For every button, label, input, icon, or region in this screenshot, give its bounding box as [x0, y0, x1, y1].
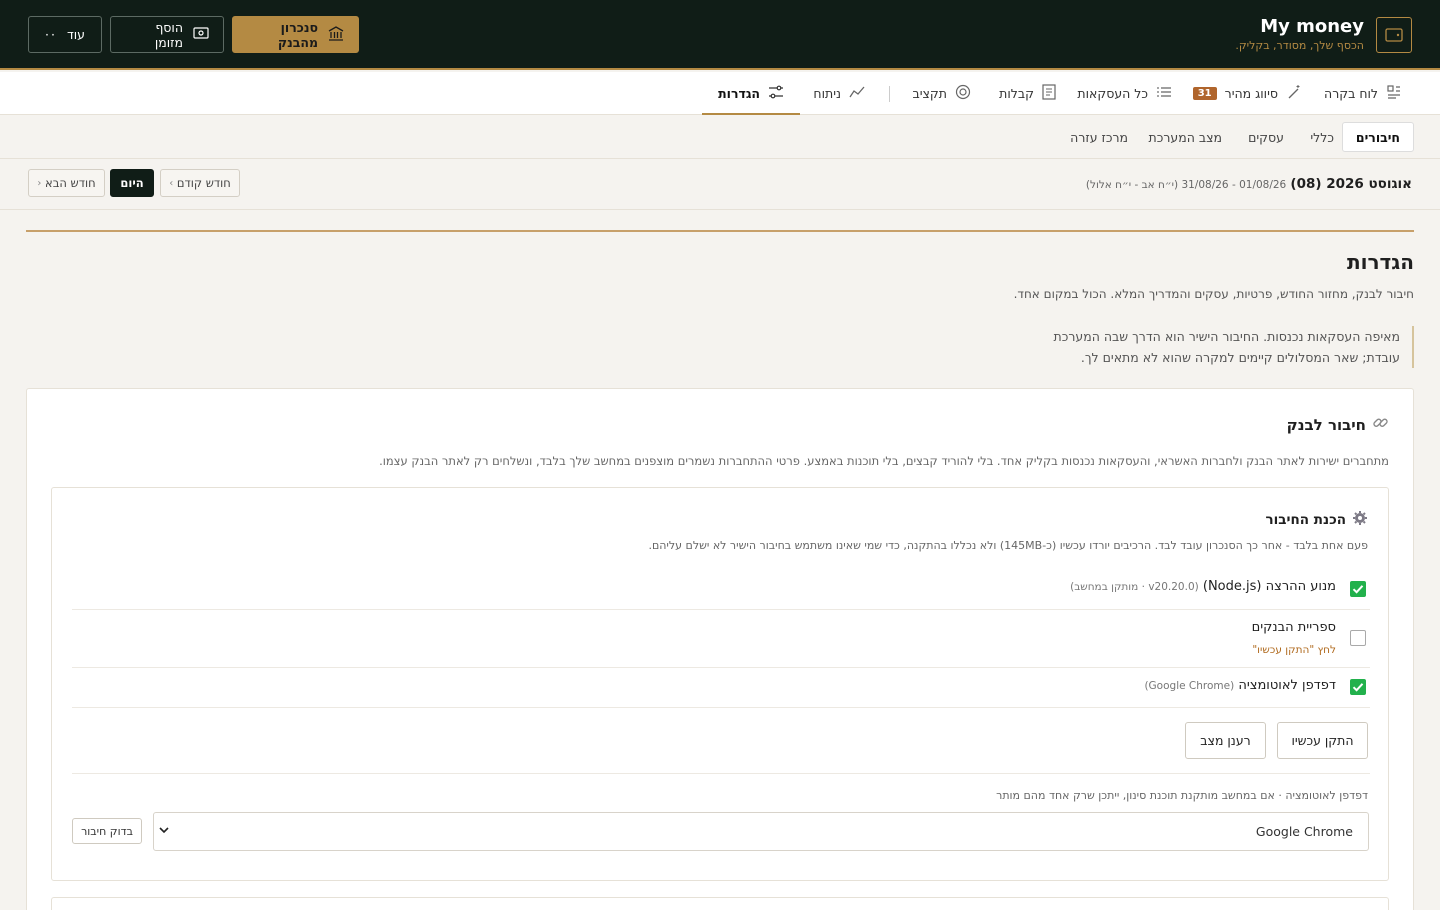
setup-item-node: מנוע ההרצה (Node.js) (v20.20.0 · מותקן ב… [72, 570, 1370, 610]
nav-receipts-label: קבלות [999, 86, 1034, 101]
settings-subnav: חיבורים כללי עסקים מצב המערכת מרכז עזרה [0, 115, 1440, 159]
nav-dashboard[interactable]: לוח בקרה [1324, 72, 1402, 115]
sync-bank-label: סנכרון מהבנק [277, 19, 318, 50]
setup-title-text: הכנת החיבור [1265, 512, 1346, 528]
bank-icon [328, 25, 344, 44]
setup-title: הכנת החיבור [1266, 510, 1368, 530]
divider [72, 773, 1370, 774]
nav-all-transactions-label: כל העסקאות [1077, 86, 1148, 101]
browser-select-label: דפדפן לאוטומציה · אם במחשב מותקנת תוכנת … [996, 789, 1368, 802]
nav-quick-sort[interactable]: סיווג מהיר 31 [1192, 72, 1302, 115]
node-detail: (v20.20.0 · מותקן במחשב) [1070, 581, 1199, 593]
wallet-icon [1376, 17, 1412, 53]
browser-label: דפדפן לאוטומציה (Google Chrome) [1144, 678, 1336, 693]
check-icon [1352, 585, 1364, 594]
install-now-button[interactable]: התקן עכשיו [1277, 722, 1368, 759]
period-month: אוגוסט 2026 (08) [1290, 176, 1412, 192]
next-month-button[interactable]: חודש הבא ‹ [28, 169, 105, 197]
more-button[interactable]: עוד ·· [28, 16, 102, 53]
nav-quick-sort-label: סיווג מהיר [1224, 86, 1278, 101]
setup-panel: הכנת החיבור פעם אחת בלבד - אחר כך הסנכרו… [51, 487, 1389, 881]
nav-divider [889, 86, 890, 102]
info-note: מאיפה העסקאות נכנסות. החיבור הישיר הוא ה… [1014, 326, 1414, 368]
bank-library-checkbox[interactable] [1350, 630, 1366, 646]
sync-bank-button[interactable]: סנכרון מהבנק [232, 16, 359, 53]
add-cash-label: הוסף מזומן [154, 19, 183, 50]
target-icon [955, 84, 971, 103]
brand: My money הכסף שלך, מסודר, בקליק. [1235, 16, 1412, 54]
add-cash-button[interactable]: הוסף מזומן [110, 16, 224, 53]
gear-icon [1352, 510, 1368, 530]
top-bar: My money הכסף שלך, מסודר, בקליק. עוד ·· … [0, 0, 1440, 70]
nav-settings[interactable]: הגדרות [702, 72, 800, 115]
list-icon [1156, 85, 1172, 102]
card-title: חיבור לבנק [1287, 414, 1389, 435]
nav-analysis-label: ניתוח [813, 86, 841, 101]
section-divider [26, 230, 1414, 232]
next-panel [51, 897, 1389, 910]
brand-title: My money [1260, 16, 1364, 37]
chevron-right-icon: › [169, 177, 174, 189]
bank-library-hint: לחץ "התקן עכשיו" [1252, 644, 1336, 656]
card-description: מתחברים ישירות לאתר הבנק ולחברות האשראי,… [379, 454, 1389, 468]
nav-dashboard-label: לוח בקרה [1324, 86, 1378, 101]
period-display: אוגוסט 2026 (08) 01/08/26 - 31/08/26 (י״… [1086, 176, 1412, 192]
browser-label-text: דפדפן לאוטומציה [1238, 678, 1336, 693]
bank-connection-card: חיבור לבנק מתחברים ישירות לאתר הבנק ולחב… [26, 388, 1414, 910]
check-icon [1352, 683, 1364, 692]
page-subtitle: חיבור לבנק, מחזור החודש, פרטיות, עסקים ו… [1013, 287, 1414, 301]
test-connection-button[interactable]: בדוק חיבור [72, 818, 142, 844]
node-label-text: מנוע ההרצה (Node.js) [1202, 579, 1336, 594]
tab-help-center[interactable]: מרכז עזרה [1070, 122, 1128, 152]
setup-description: פעם אחת בלבד - אחר כך הסנכרון עובד לבד. … [648, 539, 1368, 552]
setup-item-bank-library: ספריית הבנקים לחץ "התקן עכשיו" [72, 610, 1370, 668]
chevron-down-icon [158, 824, 170, 840]
page-title: הגדרות [1346, 250, 1414, 274]
more-label: עוד [66, 27, 86, 42]
tab-connections[interactable]: חיבורים [1341, 122, 1414, 152]
cash-icon [193, 27, 209, 42]
main-nav: לוח בקרה סיווג מהיר 31 כל העסקאות קבלות … [0, 72, 1440, 115]
receipt-icon [1042, 84, 1056, 103]
card-title-text: חיבור לבנק [1286, 415, 1366, 434]
link-icon [1372, 414, 1389, 435]
nav-all-transactions[interactable]: כל העסקאות [1077, 72, 1172, 115]
tab-businesses[interactable]: עסקים [1248, 122, 1284, 152]
nav-budget-label: תקציב [912, 86, 947, 101]
setup-item-browser: דפדפן לאוטומציה (Google Chrome) [72, 668, 1370, 708]
node-label: מנוע ההרצה (Node.js) (v20.20.0 · מותקן ב… [1070, 579, 1336, 594]
next-month-label: חודש הבא [45, 176, 96, 190]
wand-icon [1286, 84, 1302, 103]
brand-subtitle: הכסף שלך, מסודר, בקליק. [1235, 39, 1364, 52]
browser-select-value: Google Chrome [1255, 824, 1353, 839]
nav-analysis[interactable]: ניתוח [813, 72, 865, 115]
dots-icon: ·· [45, 27, 57, 42]
today-button[interactable]: היום [110, 169, 154, 197]
browser-select[interactable]: Google Chrome [153, 812, 1369, 851]
tab-general[interactable]: כללי [1310, 122, 1334, 152]
nav-settings-label: הגדרות [718, 86, 760, 101]
nav-receipts[interactable]: קבלות [999, 72, 1056, 115]
quick-sort-badge: 31 [1192, 87, 1217, 100]
bank-library-label: ספריית הבנקים [1251, 620, 1336, 635]
dashboard-icon [1386, 84, 1402, 103]
tab-system-status[interactable]: מצב המערכת [1149, 122, 1222, 152]
browser-checkbox[interactable] [1350, 679, 1366, 695]
prev-month-button[interactable]: חודש קודם › [160, 169, 240, 197]
nav-budget[interactable]: תקציב [912, 72, 971, 115]
node-checkbox[interactable] [1350, 581, 1366, 597]
refresh-status-button[interactable]: רענן מצב [1185, 722, 1266, 759]
trend-icon [849, 85, 865, 102]
browser-detail: (Google Chrome) [1144, 680, 1235, 692]
prev-month-label: חודש קודם [176, 176, 231, 190]
chevron-left-icon: ‹ [37, 177, 42, 189]
sliders-icon [768, 85, 784, 102]
period-range: 01/08/26 - 31/08/26 (י״ח אב - י״ח אלול) [1085, 179, 1287, 191]
